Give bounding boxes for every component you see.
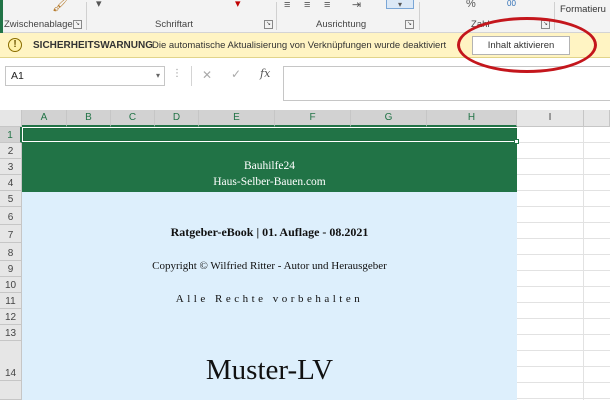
row-header-5[interactable]: 5 (0, 191, 22, 207)
row-header-2[interactable]: 2 (0, 143, 22, 159)
security-warning-message: Die automatische Aktualisierung von Verk… (152, 40, 447, 51)
conditional-format-label[interactable]: Formatieru (560, 4, 606, 16)
highlight-circle (457, 17, 597, 73)
spreadsheet-grid: A B C D E F G H I 1 2 3 4 5 6 7 8 9 10 1… (0, 110, 610, 400)
align-right-icon[interactable]: ≡ (324, 0, 330, 11)
active-cell-selection[interactable] (22, 127, 518, 142)
security-warning-title: SICHERHEITSWARNUNG (33, 40, 154, 51)
insert-function-icon[interactable]: fx (260, 67, 270, 80)
chevron-down-icon[interactable]: ▾ (156, 67, 160, 85)
group-font-label: Schriftart (155, 19, 194, 30)
row-header-4[interactable]: 4 (0, 175, 22, 191)
row-header-12[interactable]: 12 (0, 309, 22, 325)
formula-bar-grip-icon[interactable]: ⋮ (172, 68, 182, 79)
percent-format-icon[interactable]: % (466, 0, 476, 10)
main-heading: Muster-LV (205, 354, 334, 386)
group-separator (86, 2, 87, 30)
enter-icon[interactable]: ✓ (231, 67, 241, 81)
column-header-e[interactable]: E (199, 110, 275, 127)
indent-icon[interactable]: ⇥ (352, 0, 361, 11)
row-header-11[interactable]: 11 (0, 293, 22, 309)
align-left-icon[interactable]: ≡ (284, 0, 290, 11)
group-alignment-label: Ausrichtung (316, 19, 367, 30)
alignment-launcher-icon[interactable]: ↘ (405, 20, 414, 29)
shield-warning-icon: ! (8, 38, 22, 52)
rights-line: Alle Rechte vorbehalten (175, 293, 364, 305)
merge-center-icon[interactable]: ▾ (386, 0, 414, 9)
site-name: Haus-Selber-Bauen.com (213, 176, 326, 188)
gridline (583, 127, 584, 400)
row-header-1[interactable]: 1 (0, 127, 22, 143)
row-header-3[interactable]: 3 (0, 159, 22, 175)
formula-bar-separator (191, 66, 192, 86)
row-header-10[interactable]: 10 (0, 277, 22, 293)
name-box[interactable]: A1 ▾ (5, 66, 165, 86)
group-clipboard-label: Zwischenablage (4, 19, 73, 30)
format-painter-icon[interactable]: 🖌 (52, 0, 69, 11)
align-center-icon[interactable]: ≡ (304, 0, 310, 11)
name-box-value: A1 (11, 70, 24, 82)
ebook-title: Ratgeber-eBook | 01. Auflage - 08.2021 (170, 225, 369, 239)
row-header-15[interactable] (0, 381, 22, 400)
row-header-8[interactable]: 8 (0, 243, 22, 261)
column-header-b[interactable]: B (67, 110, 111, 127)
select-all-corner[interactable] (0, 110, 22, 127)
decimal-icon[interactable]: 00 (507, 0, 516, 10)
group-separator (276, 2, 277, 30)
column-header-i[interactable]: I (517, 110, 584, 127)
row-header-13[interactable]: 13 (0, 325, 22, 341)
column-header-c[interactable]: C (111, 110, 155, 127)
brand-name: Bauhilfe24 (243, 160, 296, 172)
fill-handle[interactable] (514, 139, 519, 144)
row-header-6[interactable]: 6 (0, 207, 22, 225)
cell-area[interactable]: Bauhilfe24 Haus-Selber-Bauen.com Ratgebe… (22, 127, 610, 400)
column-header-h[interactable]: H (427, 110, 517, 127)
column-header-g[interactable]: G (351, 110, 427, 127)
row-header-7[interactable]: 7 (0, 225, 22, 243)
row-header-9[interactable]: 9 (0, 261, 22, 277)
column-header-f[interactable]: F (275, 110, 351, 127)
copyright-line: Copyright © Wilfried Ritter - Autor und … (152, 260, 387, 272)
window-accent-edge (0, 0, 3, 33)
group-separator (419, 2, 420, 30)
column-header-j[interactable] (584, 110, 610, 127)
font-launcher-icon[interactable]: ↘ (264, 20, 273, 29)
border-dropdown-icon[interactable]: ▾ (96, 0, 102, 10)
column-header-a[interactable]: A (22, 110, 67, 127)
font-color-icon[interactable]: ▾ (235, 0, 241, 10)
cancel-icon[interactable]: ✕ (202, 68, 212, 82)
clipboard-launcher-icon[interactable]: ↘ (73, 20, 82, 29)
row-header-14[interactable]: 14 (0, 341, 22, 381)
formula-input[interactable] (283, 66, 610, 101)
column-header-d[interactable]: D (155, 110, 199, 127)
